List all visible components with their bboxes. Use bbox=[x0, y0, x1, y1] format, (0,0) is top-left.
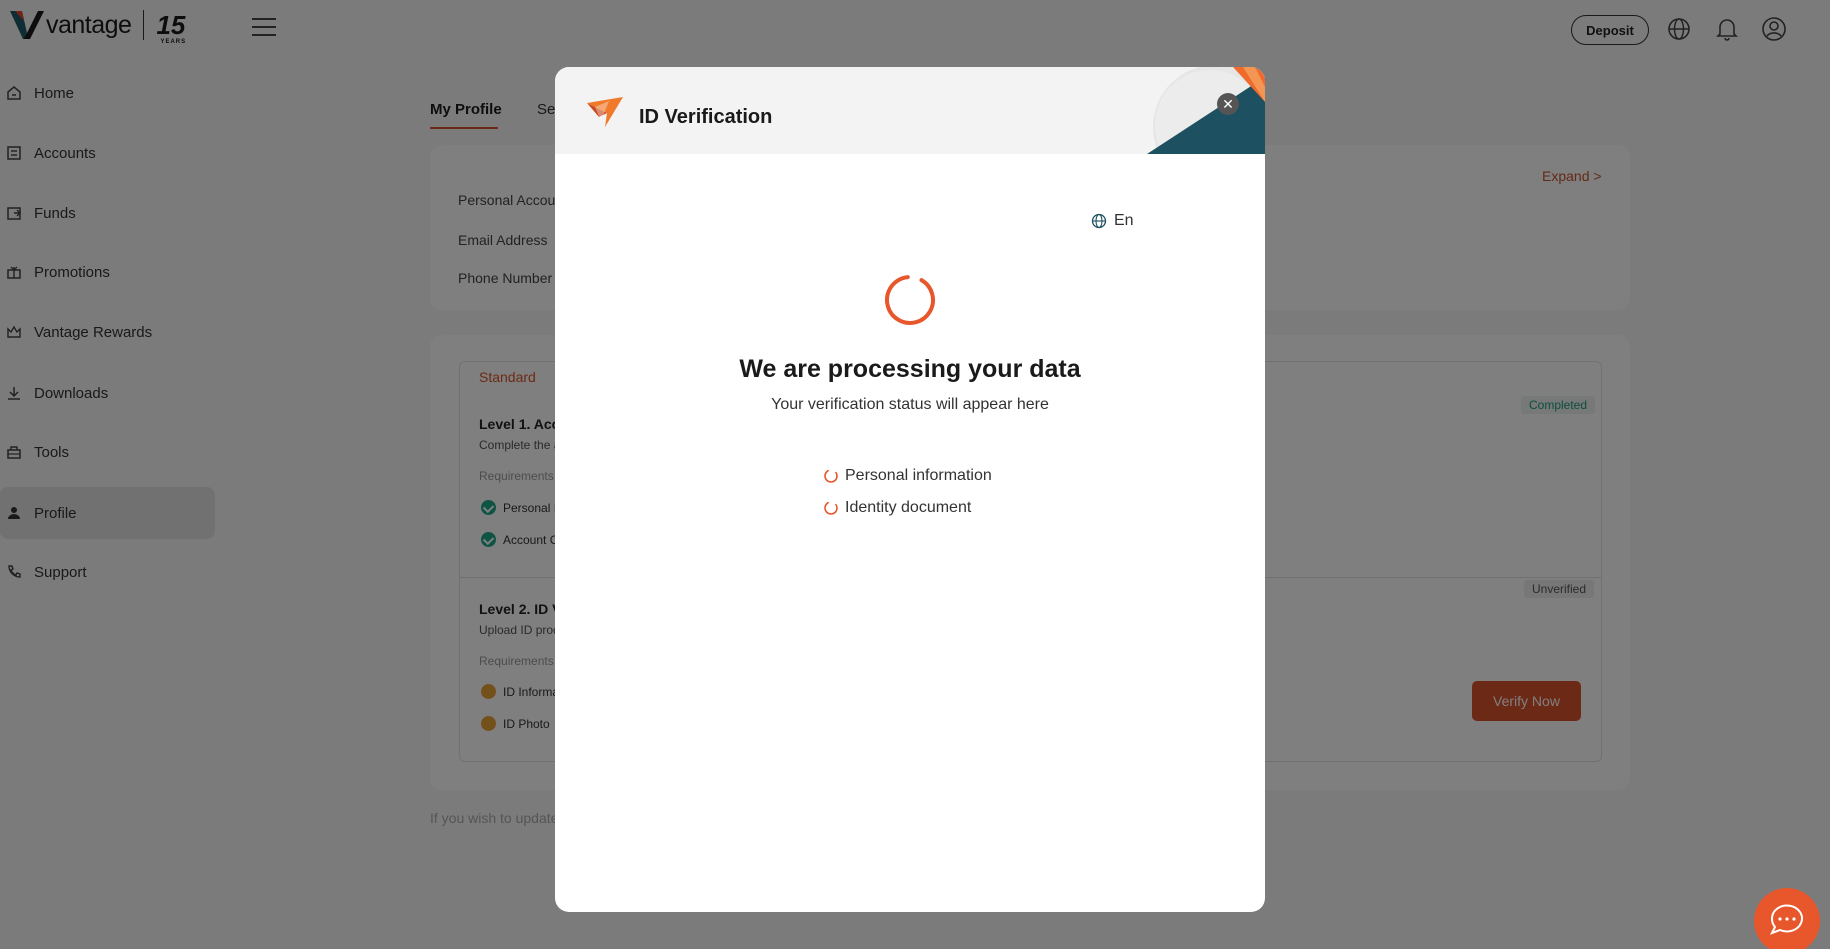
language-label: En bbox=[1114, 212, 1134, 229]
language-selector[interactable]: En bbox=[1091, 212, 1134, 230]
check-personal-information: Personal information bbox=[823, 467, 992, 485]
globe-icon bbox=[1091, 213, 1107, 229]
check-label: Identity document bbox=[845, 499, 972, 516]
small-spinner-icon bbox=[824, 501, 838, 515]
check-label: Personal information bbox=[845, 467, 992, 484]
close-icon[interactable]: ✕ bbox=[1217, 93, 1239, 115]
processing-heading: We are processing your data bbox=[739, 355, 1081, 383]
check-identity-document: Identity document bbox=[823, 499, 971, 517]
processing-subheading: Your verification status will appear her… bbox=[771, 396, 1049, 413]
loading-spinner-icon bbox=[885, 275, 935, 325]
modal-title: ID Verification bbox=[639, 106, 773, 128]
chat-bubble-icon bbox=[1769, 904, 1803, 935]
small-spinner-icon bbox=[824, 469, 838, 483]
header-decoration bbox=[1147, 67, 1265, 154]
chat-support-button[interactable] bbox=[1754, 888, 1820, 949]
id-verification-modal: ID Verification ✕ En We are processing y… bbox=[555, 67, 1265, 912]
verification-logo-icon bbox=[587, 97, 623, 127]
modal-header: ID Verification ✕ bbox=[555, 67, 1265, 154]
